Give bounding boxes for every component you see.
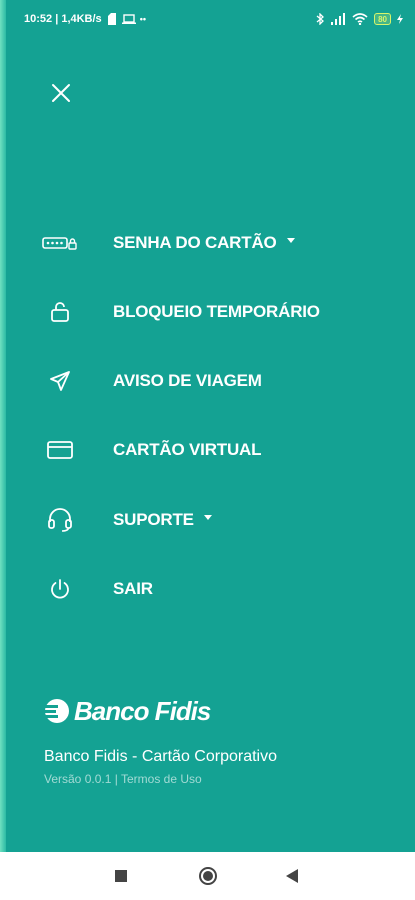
app-title: Banco Fidis - Cartão Corporativo [44,748,277,765]
menu-item-label: SUPORTE [113,510,212,530]
signal-icon [331,13,346,25]
close-icon [52,84,70,102]
status-right: 80 [316,13,403,25]
fidis-logo-icon [44,699,69,723]
menu-item-cartao-virtual[interactable]: CARTÃO VIRTUAL [40,430,380,470]
recents-icon [115,870,127,882]
more-notifications-icon: •• [139,14,146,24]
brand-name: Banco Fidis [74,695,211,726]
menu-item-label: BLOQUEIO TEMPORÁRIO [113,302,320,321]
separator: | [114,772,118,786]
menu-item-label: AVISO DE VIAGEM [113,371,262,390]
home-button[interactable] [193,861,223,891]
recents-button[interactable] [106,861,136,891]
system-nav-bar [0,852,415,900]
home-icon [199,867,217,885]
menu-item-label: SENHA DO CARTÃO [113,233,295,253]
back-button[interactable] [277,861,307,891]
status-time-speed: 10:52 | 1,4KB/s [24,13,102,25]
bluetooth-icon [316,13,325,25]
credit-card-icon [40,430,80,470]
laptop-icon [121,14,136,24]
menu-item-suporte[interactable]: SUPORTE [40,500,380,540]
headset-icon [40,500,80,540]
charging-icon [397,14,403,24]
menu-item-aviso-de-viagem[interactable]: AVISO DE VIAGEM [40,361,380,401]
version-text: Versão 0.0.1 [44,772,112,786]
terms-link[interactable]: Termos de Uso [121,772,202,786]
close-button[interactable] [46,78,76,108]
battery-level: 80 [378,14,387,24]
battery-icon: 80 [374,13,391,25]
back-icon [286,869,298,883]
send-icon [40,361,80,401]
menu-item-label: SAIR [113,579,153,598]
caret-down-icon [286,238,295,244]
footer-links: Versão 0.0.1 | Termos de Uso [44,772,202,786]
password-icon [40,223,80,263]
status-left: 10:52 | 1,4KB/s •• [24,13,146,25]
drawer-edge [0,0,6,852]
brand-logo: Banco Fidis [44,694,211,728]
menu-item-label: CARTÃO VIRTUAL [113,440,262,459]
power-icon [40,569,80,609]
unlock-icon [40,292,80,332]
sim-icon [107,13,116,25]
status-bar: 10:52 | 1,4KB/s •• 80 [0,0,415,38]
menu-item-sair[interactable]: SAIR [40,569,380,609]
wifi-icon [352,13,368,25]
menu-item-bloqueio-temporario[interactable]: BLOQUEIO TEMPORÁRIO [40,292,380,332]
menu-item-senha-do-cartao[interactable]: SENHA DO CARTÃO [40,223,380,263]
caret-down-icon [203,515,212,521]
